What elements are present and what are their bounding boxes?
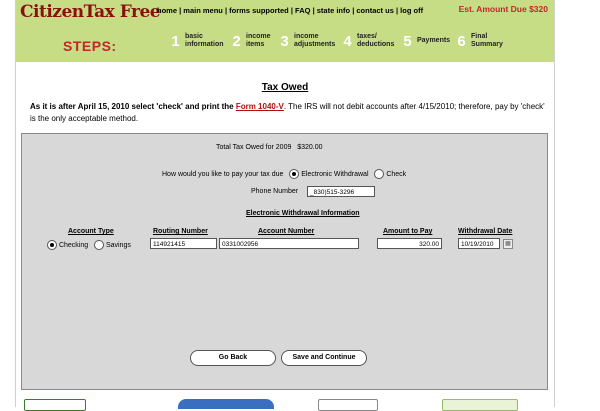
step-label: income adjustments — [294, 33, 336, 48]
nav-home[interactable]: home — [157, 6, 177, 15]
step-basic-information[interactable]: 1 basic information — [169, 30, 224, 52]
pay-method-row: How would you like to pay your tax due E… — [162, 169, 406, 179]
step-label: Final Summary — [471, 33, 503, 48]
page: CitizenTax Free STEPS: home | main menu … — [15, 0, 555, 411]
step-final-summary[interactable]: 6 Final Summary — [455, 30, 503, 52]
mcafee-secure-icon[interactable] — [318, 399, 378, 411]
check-label[interactable]: Check — [386, 171, 406, 178]
footer-logos — [16, 392, 554, 411]
routing-number-header: Routing Number — [153, 228, 208, 235]
step-label: income items — [246, 33, 271, 48]
account-number-field[interactable]: 0331002956 — [219, 238, 359, 249]
step-number: 1 — [171, 32, 180, 50]
step-payments[interactable]: 5 Payments — [401, 30, 450, 52]
notice-bold-text: As it is after April 15, 2010 select 'ch… — [30, 102, 234, 111]
electronic-withdrawal-label[interactable]: Electronic Withdrawal — [301, 171, 368, 178]
check-radio[interactable] — [374, 169, 385, 179]
step-number: 6 — [457, 32, 466, 50]
routing-number-field[interactable]: 114921415 — [150, 238, 217, 249]
godaddy-seal-icon[interactable] — [442, 399, 518, 411]
nav-state-info[interactable]: state info — [317, 6, 350, 15]
withdrawal-date-field[interactable]: 10/19/2010 — [458, 238, 500, 249]
calendar-icon[interactable]: ▦ — [503, 239, 513, 249]
amount-to-pay-header: Amount to Pay — [383, 228, 433, 235]
electronic-withdrawal-heading: Electronic Withdrawal Information — [246, 210, 360, 217]
step-income-adjustments[interactable]: 3 income adjustments — [278, 30, 335, 52]
page-title: Tax Owed — [261, 82, 309, 93]
checking-label[interactable]: Checking — [59, 242, 88, 249]
savings-radio[interactable] — [93, 240, 104, 250]
step-number: 5 — [403, 32, 412, 50]
partner-logo-icon[interactable] — [178, 399, 274, 409]
logo[interactable]: CitizenTax Free — [20, 2, 161, 22]
step-number: 2 — [232, 32, 241, 50]
withdrawal-date-header: Withdrawal Date — [458, 228, 513, 235]
checking-radio[interactable] — [47, 240, 57, 250]
trust-seal-icon[interactable] — [24, 399, 86, 411]
phone-number-label: Phone Number — [251, 188, 299, 195]
nav-forms-supported[interactable]: forms supported — [229, 6, 289, 15]
electronic-withdrawal-radio[interactable] — [289, 169, 300, 179]
total-tax-label: Total Tax Owed for 2009 — [216, 144, 292, 151]
step-label: Payments — [417, 37, 451, 44]
pay-method-question: How would you like to pay your tax due — [162, 170, 284, 178]
phone-number-field[interactable]: _830)515-3296 — [307, 186, 375, 197]
step-label: basic information — [185, 33, 224, 48]
estimated-amount-due: Est. Amount Due $320 — [458, 4, 548, 14]
payment-notice: As it is after April 15, 2010 select 'ch… — [30, 101, 550, 125]
steps-label: STEPS: — [63, 38, 117, 54]
step-number: 3 — [280, 32, 289, 50]
nav-contact-us[interactable]: contact us — [356, 6, 394, 15]
account-type-row: Checking Savings — [47, 240, 131, 250]
total-tax-owed: Total Tax Owed for 2009 $320.00 — [216, 144, 323, 151]
nav-faq[interactable]: FAQ — [295, 6, 310, 15]
nav-main-menu[interactable]: main menu — [183, 6, 223, 15]
account-number-header: Account Number — [258, 228, 315, 235]
total-tax-value: $320.00 — [297, 144, 323, 151]
top-nav: home | main menu | forms supported | FAQ… — [157, 6, 423, 15]
nav-log-off[interactable]: log off — [400, 6, 423, 15]
go-back-button[interactable]: Go Back — [190, 350, 276, 366]
header: CitizenTax Free STEPS: home | main menu … — [16, 0, 554, 62]
form-1040v-link[interactable]: Form 1040-V — [236, 102, 284, 111]
payment-form-panel: Total Tax Owed for 2009 $320.00 How woul… — [21, 133, 548, 390]
step-taxes-deductions[interactable]: 4 taxes/deductions — [341, 30, 394, 52]
amount-to-pay-field[interactable]: 320.00 — [377, 238, 442, 249]
step-label: taxes/deductions — [357, 33, 395, 48]
save-and-continue-button[interactable]: Save and Continue — [281, 350, 367, 366]
savings-label[interactable]: Savings — [106, 242, 131, 249]
account-type-header: Account Type — [68, 228, 114, 235]
step-number: 4 — [343, 32, 352, 50]
step-income-items[interactable]: 2 income items — [230, 30, 271, 52]
